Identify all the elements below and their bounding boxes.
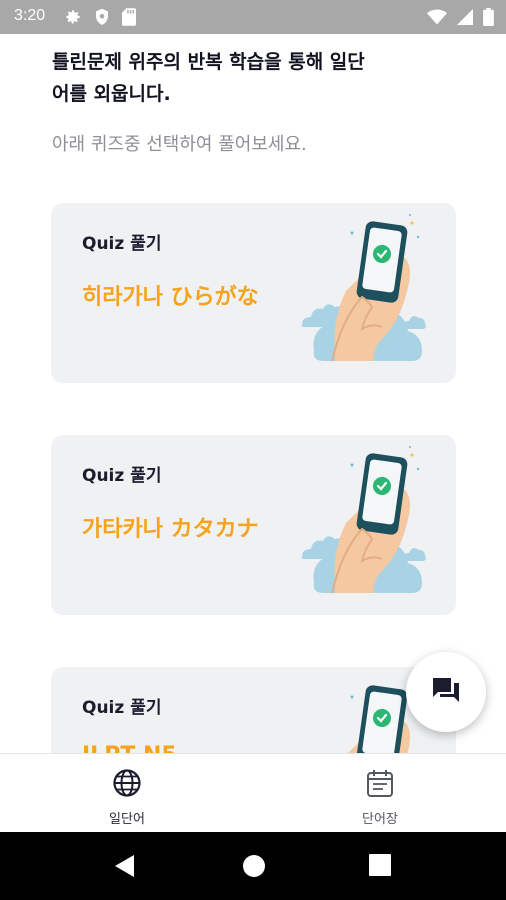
home-icon[interactable] xyxy=(242,854,266,882)
quiz-card-title: JLPT N5 xyxy=(82,743,177,753)
gear-icon xyxy=(64,8,82,26)
nav-item-label: 단어장 xyxy=(362,812,398,827)
phone-check-hand-illustration xyxy=(301,214,426,362)
quiz-card-title: 히라가나 ひらがな xyxy=(82,285,259,310)
phone-check-hand-illustration xyxy=(301,446,426,594)
nav-item-label: 일단어 xyxy=(109,812,145,827)
quiz-card-hiragana[interactable]: Quiz 풀기 히라가나 ひらがな xyxy=(51,203,456,383)
status-right-icons xyxy=(427,8,494,26)
nav-item-vocabulary[interactable]: 단어장 xyxy=(320,768,440,827)
bottom-navigation: 일단어 단어장 xyxy=(0,753,506,832)
signal-icon xyxy=(457,9,473,25)
status-bar: 3:20 xyxy=(0,0,506,34)
calendar-icon xyxy=(366,768,394,802)
nav-item-word[interactable]: 일단어 xyxy=(67,768,187,827)
main-content: 틀린문제 위주의 반복 학습을 통해 일단어를 외웁니다. 아래 퀴즈중 선택하… xyxy=(0,34,506,753)
globe-icon xyxy=(112,768,142,802)
quiz-card-label: Quiz 풀기 xyxy=(82,234,162,254)
status-time: 3:20 xyxy=(14,7,46,24)
status-left-icons xyxy=(64,8,136,26)
system-navigation-bar xyxy=(0,832,506,900)
wifi-icon xyxy=(427,9,447,25)
recents-icon[interactable] xyxy=(369,854,391,880)
quiz-card-katakana[interactable]: Quiz 풀기 가타카나 カタカナ xyxy=(51,435,456,615)
chat-fab-button[interactable] xyxy=(406,652,486,732)
quiz-card-jlpt-n5[interactable]: Quiz 풀기 JLPT N5 xyxy=(51,667,456,753)
quiz-card-label: Quiz 풀기 xyxy=(82,466,162,486)
chat-icon xyxy=(431,676,461,708)
shield-icon xyxy=(94,8,110,26)
back-icon[interactable] xyxy=(114,854,136,882)
battery-icon xyxy=(483,8,494,26)
sd-card-icon xyxy=(122,8,136,26)
quiz-card-title: 가타카나 カタカナ xyxy=(82,517,259,542)
intro-headline: 틀린문제 위주의 반복 학습을 통해 일단어를 외웁니다. xyxy=(52,51,365,105)
quiz-card-label: Quiz 풀기 xyxy=(82,698,162,718)
intro-subtitle: 아래 퀴즈중 선택하여 풀어보세요. xyxy=(52,134,307,155)
